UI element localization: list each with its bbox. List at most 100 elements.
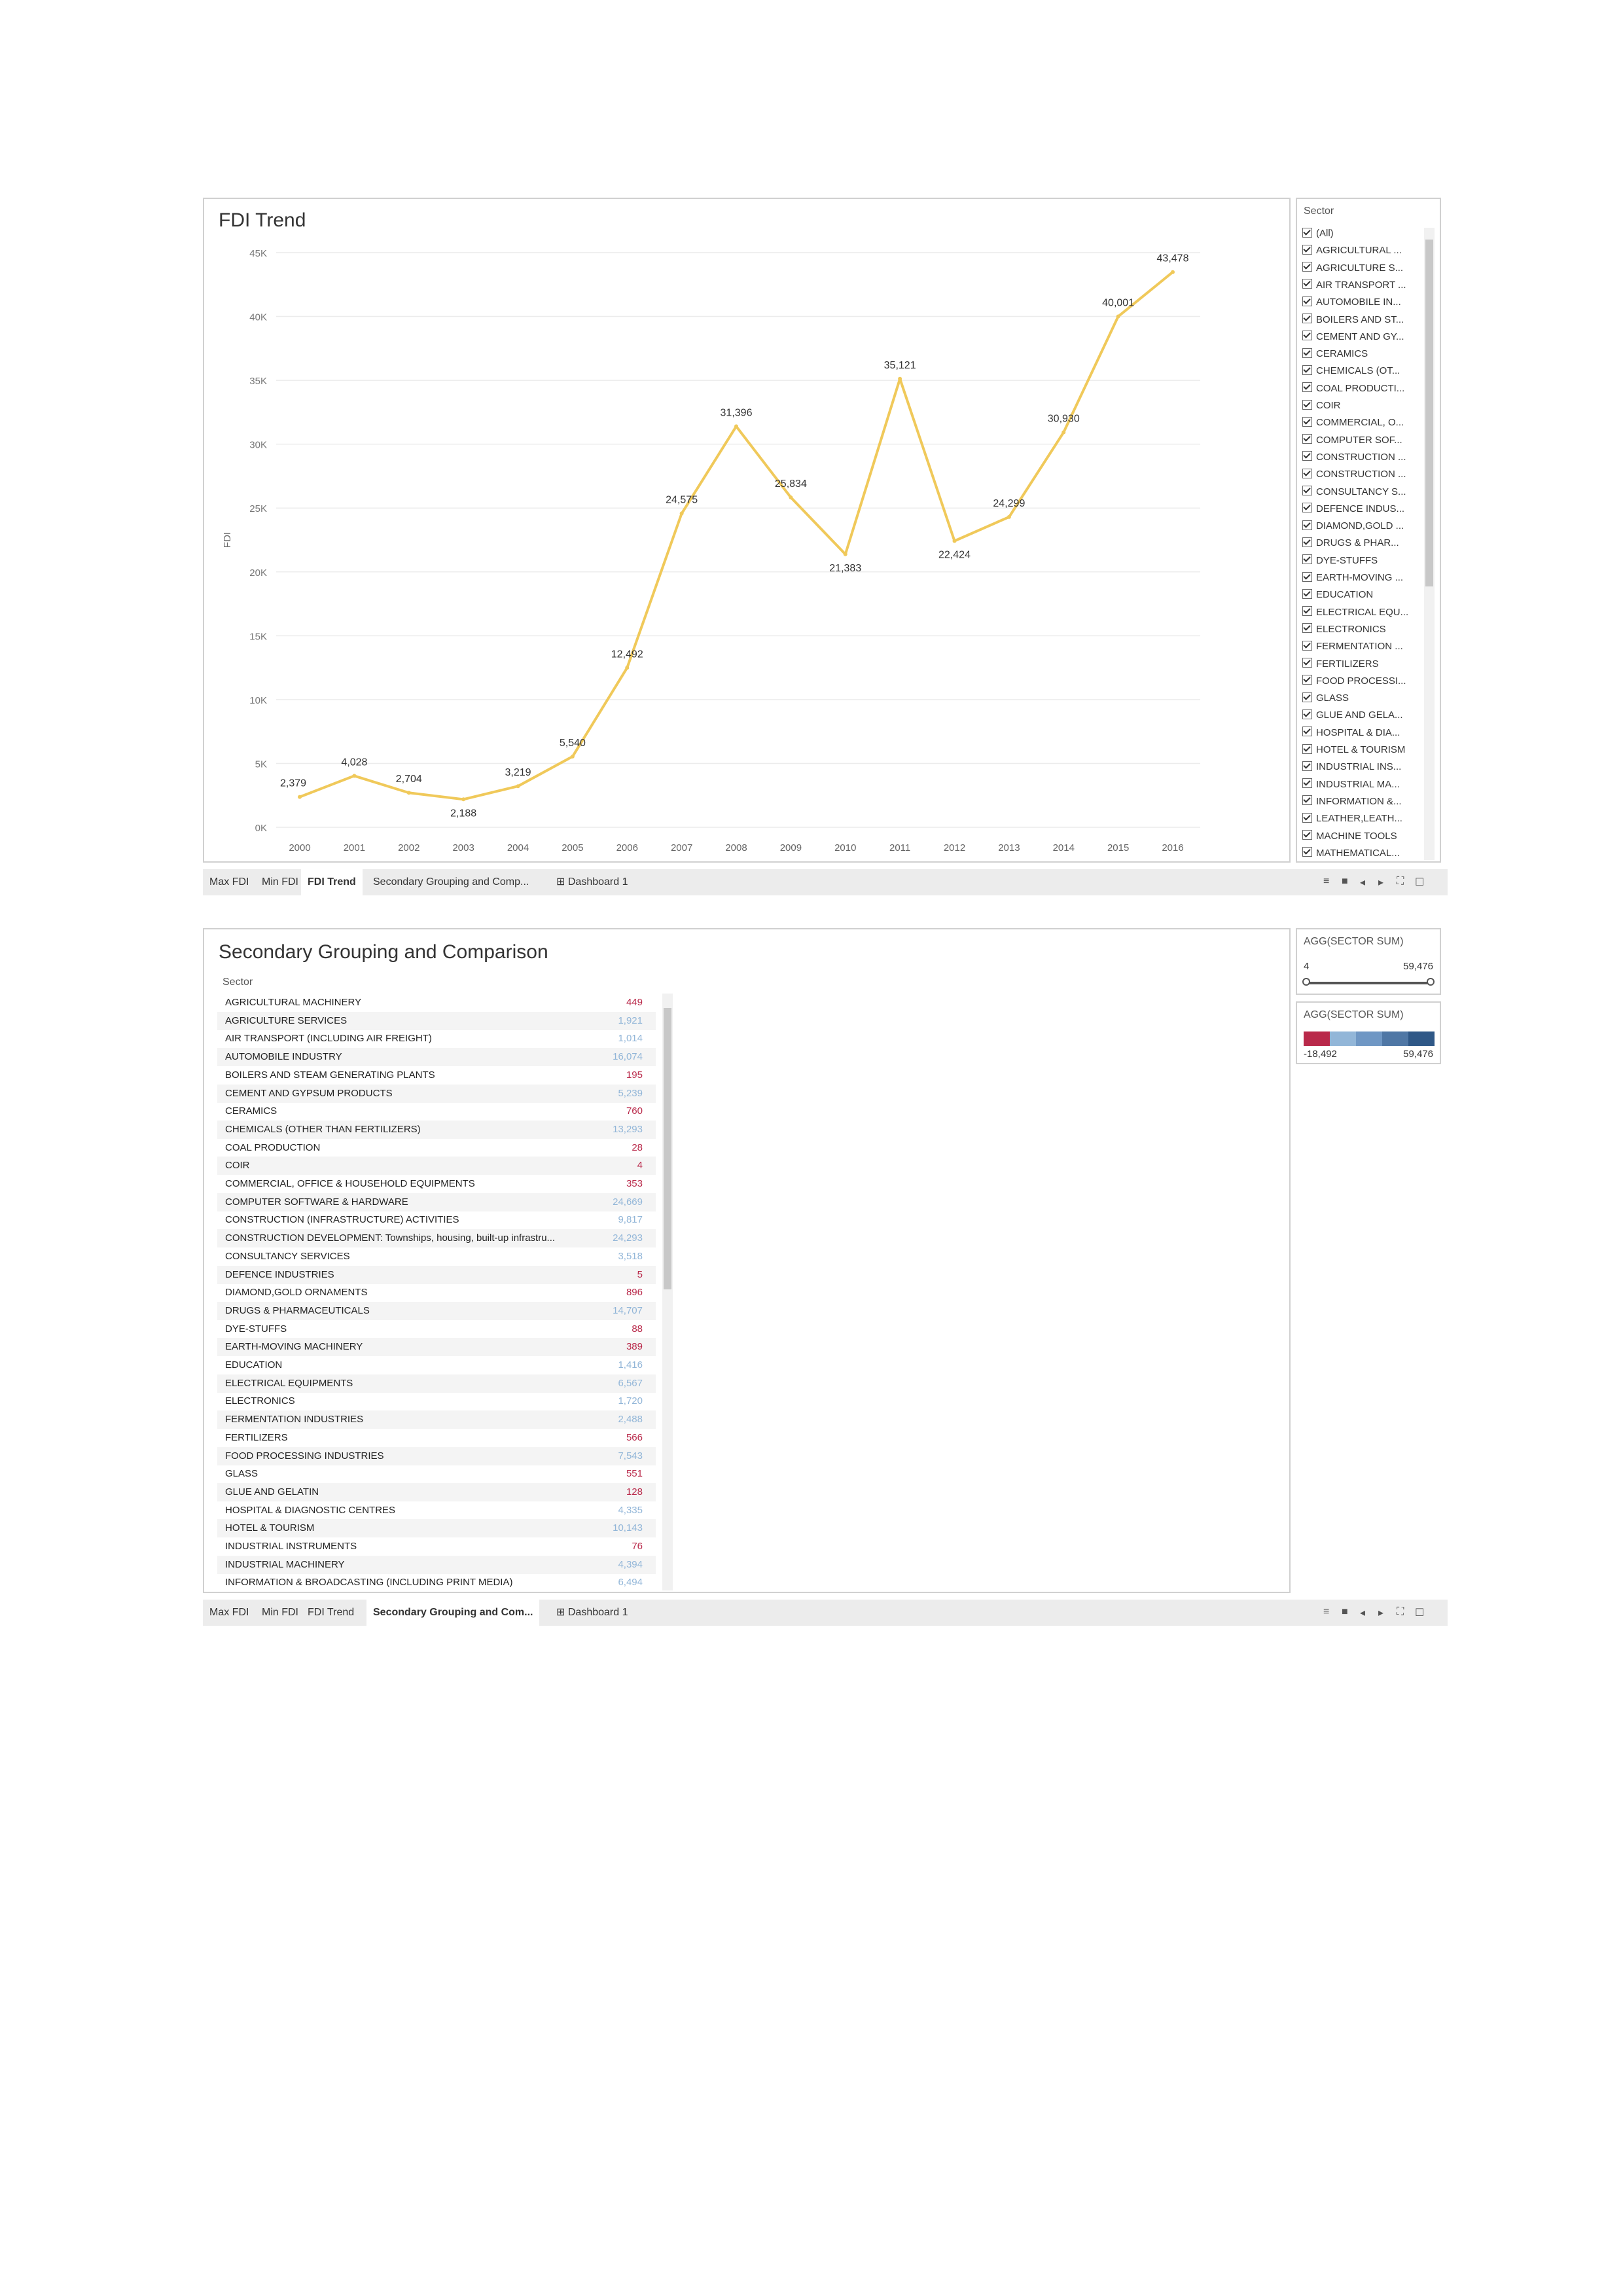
checkbox-icon[interactable] bbox=[1302, 726, 1312, 737]
sector-filter-item[interactable]: AIR TRANSPORT ... bbox=[1302, 277, 1406, 294]
sector-filter-item[interactable]: COMPUTER SOF... bbox=[1302, 432, 1402, 449]
table-row[interactable]: EARTH-MOVING MACHINERY 389 bbox=[217, 1338, 656, 1357]
sector-filter-item[interactable]: MATHEMATICAL... bbox=[1302, 845, 1400, 859]
table-row[interactable]: CONSULTANCY SERVICES 3,518 bbox=[217, 1247, 656, 1266]
scrollbar-thumb[interactable] bbox=[1425, 240, 1433, 586]
sector-filter-item[interactable]: GLASS bbox=[1302, 690, 1349, 707]
sheet-tab[interactable]: Min FDI bbox=[255, 1600, 305, 1626]
sector-filter-item[interactable]: CERAMICS bbox=[1302, 346, 1368, 363]
checkbox-icon[interactable] bbox=[1302, 399, 1312, 410]
checkbox-icon[interactable] bbox=[1302, 348, 1312, 358]
range-slider-track[interactable] bbox=[1306, 982, 1431, 984]
sector-filter-item[interactable]: HOTEL & TOURISM bbox=[1302, 742, 1405, 759]
table-row[interactable]: EDUCATION 1,416 bbox=[217, 1356, 656, 1374]
table-row[interactable]: CHEMICALS (OTHER THAN FERTILIZERS) 13,293 bbox=[217, 1120, 656, 1139]
table-row[interactable]: COMPUTER SOFTWARE & HARDWARE 24,669 bbox=[217, 1193, 656, 1211]
checkbox-icon[interactable] bbox=[1302, 554, 1312, 565]
checkbox-icon[interactable] bbox=[1302, 451, 1312, 461]
checkbox-icon[interactable] bbox=[1302, 830, 1312, 840]
sheet-sorter-icon[interactable]: ≡ bbox=[1323, 876, 1329, 888]
table-row[interactable]: HOSPITAL & DIAGNOSTIC CENTRES 4,335 bbox=[217, 1501, 656, 1520]
presentation-icon[interactable]: ☐ bbox=[1415, 876, 1424, 889]
table-row[interactable]: AGRICULTURAL MACHINERY 449 bbox=[217, 994, 656, 1012]
checkbox-icon[interactable] bbox=[1302, 795, 1312, 806]
next-sheet-icon[interactable]: ▸ bbox=[1378, 1606, 1383, 1619]
table-row[interactable]: ELECTRICAL EQUIPMENTS 6,567 bbox=[217, 1374, 656, 1393]
presentation-icon[interactable]: ☐ bbox=[1415, 1606, 1424, 1619]
sector-filter-item[interactable]: DIAMOND,GOLD ... bbox=[1302, 518, 1404, 535]
previous-sheet-icon[interactable]: ◂ bbox=[1360, 876, 1365, 889]
checkbox-icon[interactable] bbox=[1302, 606, 1312, 617]
table-row[interactable]: COAL PRODUCTION 28 bbox=[217, 1139, 656, 1157]
sector-filter-item[interactable]: LEATHER,LEATH... bbox=[1302, 810, 1402, 827]
sector-filter-item[interactable]: INDUSTRIAL INS... bbox=[1302, 759, 1401, 776]
sheet-tab[interactable]: Max FDI bbox=[203, 1600, 255, 1626]
checkbox-icon[interactable] bbox=[1302, 778, 1312, 789]
sector-filter-item[interactable]: COAL PRODUCTI... bbox=[1302, 380, 1404, 397]
table-row[interactable]: FERMENTATION INDUSTRIES 2,488 bbox=[217, 1410, 656, 1429]
checkbox-icon[interactable] bbox=[1302, 709, 1312, 719]
sector-filter-item[interactable]: (All) bbox=[1302, 225, 1334, 242]
table-row[interactable]: INDUSTRIAL MACHINERY 4,394 bbox=[217, 1555, 656, 1574]
sector-filter-item[interactable]: CONSTRUCTION ... bbox=[1302, 449, 1406, 466]
sector-filter-item[interactable]: CONSULTANCY S... bbox=[1302, 484, 1406, 501]
sector-filter-item[interactable]: COMMERCIAL, O... bbox=[1302, 414, 1404, 431]
checkbox-icon[interactable] bbox=[1302, 537, 1312, 547]
sheet-sorter-icon[interactable]: ≡ bbox=[1323, 1606, 1329, 1618]
checkbox-icon[interactable] bbox=[1302, 244, 1312, 255]
sector-filter-item[interactable]: DRUGS & PHAR... bbox=[1302, 535, 1399, 552]
sector-filter-item[interactable]: ELECTRONICS bbox=[1302, 621, 1386, 638]
scrollbar-thumb[interactable] bbox=[664, 1008, 671, 1289]
filmstrip-icon[interactable]: ■ bbox=[1342, 876, 1348, 888]
checkbox-icon[interactable] bbox=[1302, 331, 1312, 341]
sector-filter-item[interactable]: CONSTRUCTION ... bbox=[1302, 466, 1406, 483]
table-row[interactable]: DYE-STUFFS 88 bbox=[217, 1320, 656, 1338]
sheet-tab[interactable]: FDI Trend bbox=[301, 1600, 361, 1626]
checkbox-icon[interactable] bbox=[1302, 812, 1312, 823]
table-row[interactable]: CONSTRUCTION (INFRASTRUCTURE) ACTIVITIES… bbox=[217, 1211, 656, 1229]
table-row[interactable]: INDUSTRIAL INSTRUMENTS 76 bbox=[217, 1537, 656, 1556]
table-row[interactable]: INFORMATION & BROADCASTING (INCLUDING PR… bbox=[217, 1573, 656, 1590]
checkbox-icon[interactable] bbox=[1302, 623, 1312, 634]
sector-filter-item[interactable]: ELECTRICAL EQU... bbox=[1302, 604, 1408, 621]
sector-filter-item[interactable]: AGRICULTURE S... bbox=[1302, 260, 1403, 277]
table-row[interactable]: CONSTRUCTION DEVELOPMENT: Townships, hou… bbox=[217, 1229, 656, 1248]
checkbox-icon[interactable] bbox=[1302, 434, 1312, 444]
checkbox-icon[interactable] bbox=[1302, 365, 1312, 375]
checkbox-icon[interactable] bbox=[1302, 314, 1312, 324]
next-sheet-icon[interactable]: ▸ bbox=[1378, 876, 1383, 889]
checkbox-icon[interactable] bbox=[1302, 847, 1312, 857]
checkbox-icon[interactable] bbox=[1302, 416, 1312, 427]
table-row[interactable]: BOILERS AND STEAM GENERATING PLANTS 195 bbox=[217, 1066, 656, 1085]
sector-filter-scrollbar[interactable] bbox=[1424, 228, 1435, 860]
table-row[interactable]: FOOD PROCESSING INDUSTRIES 7,543 bbox=[217, 1446, 656, 1465]
filmstrip-icon[interactable]: ■ bbox=[1342, 1606, 1348, 1618]
checkbox-icon[interactable] bbox=[1302, 675, 1312, 685]
sector-filter-item[interactable]: FERMENTATION ... bbox=[1302, 638, 1403, 655]
table-row[interactable]: DRUGS & PHARMACEUTICALS 14,707 bbox=[217, 1301, 656, 1320]
sector-filter-item[interactable]: GLUE AND GELA... bbox=[1302, 707, 1403, 724]
sheet-tab[interactable]: Max FDI bbox=[203, 869, 255, 895]
sector-filter-item[interactable]: AUTOMOBILE IN... bbox=[1302, 294, 1401, 311]
sheet-tab[interactable]: Min FDI bbox=[255, 869, 305, 895]
range-slider-min-handle[interactable] bbox=[1302, 978, 1310, 986]
checkbox-icon[interactable] bbox=[1302, 486, 1312, 496]
sector-filter-item[interactable]: CEMENT AND GY... bbox=[1302, 329, 1404, 346]
sector-filter-item[interactable]: HOSPITAL & DIA... bbox=[1302, 725, 1400, 742]
sheet-tab[interactable]: FDI Trend bbox=[301, 869, 363, 895]
sheet-tab[interactable]: Secondary Grouping and Com... bbox=[366, 1600, 540, 1626]
table-row[interactable]: DEFENCE INDUSTRIES 5 bbox=[217, 1265, 656, 1284]
fullscreen-icon[interactable]: ⛶ bbox=[1397, 876, 1404, 888]
checkbox-icon[interactable] bbox=[1302, 658, 1312, 668]
sector-filter-item[interactable]: EDUCATION bbox=[1302, 586, 1373, 603]
checkbox-icon[interactable] bbox=[1302, 468, 1312, 478]
checkbox-icon[interactable] bbox=[1302, 262, 1312, 272]
table-row[interactable]: FERTILIZERS 566 bbox=[217, 1429, 656, 1447]
sector-filter-item[interactable]: COIR bbox=[1302, 397, 1341, 414]
checkbox-icon[interactable] bbox=[1302, 571, 1312, 582]
sector-filter-item[interactable]: FERTILIZERS bbox=[1302, 656, 1379, 673]
table-row[interactable]: CERAMICS 760 bbox=[217, 1102, 656, 1121]
sector-filter-item[interactable]: CHEMICALS (OT... bbox=[1302, 363, 1400, 380]
sector-filter-item[interactable]: MACHINE TOOLS bbox=[1302, 828, 1397, 845]
previous-sheet-icon[interactable]: ◂ bbox=[1360, 1606, 1365, 1619]
